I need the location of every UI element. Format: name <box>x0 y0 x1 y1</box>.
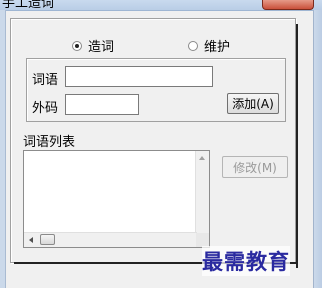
radio-unselected-icon <box>188 40 198 51</box>
right-edge-line <box>296 24 298 268</box>
scrollbar-corner <box>196 233 209 247</box>
window-frame-left <box>0 10 6 288</box>
word-input[interactable] <box>65 66 213 87</box>
horizontal-scroll-thumb[interactable] <box>40 234 55 245</box>
word-list[interactable] <box>23 150 210 248</box>
code-label: 外码 <box>32 101 59 116</box>
radio-create-word[interactable]: 造词 <box>72 36 114 55</box>
word-list-label: 词语列表 <box>23 135 76 150</box>
window-title: 手工造词 <box>2 0 55 11</box>
word-label: 词语 <box>32 73 59 88</box>
scroll-up-arrow-icon[interactable] <box>199 156 205 160</box>
scroll-left-arrow-icon[interactable] <box>29 237 33 243</box>
radio-create-word-label: 造词 <box>88 40 115 55</box>
close-button[interactable] <box>262 0 314 10</box>
title-bar: 手工造词 <box>0 0 322 11</box>
add-button[interactable]: 添加(A) <box>227 93 279 114</box>
radio-selected-icon <box>72 40 82 51</box>
code-input[interactable] <box>65 94 139 115</box>
watermark-text: 最需教育 <box>202 246 290 276</box>
radio-maintain[interactable]: 维护 <box>188 36 230 55</box>
radio-maintain-label: 维护 <box>204 40 231 55</box>
vertical-scrollbar[interactable] <box>195 151 209 235</box>
horizontal-scrollbar[interactable] <box>24 232 197 247</box>
modify-button[interactable]: 修改(M) <box>222 156 288 178</box>
window-frame-right <box>313 10 322 288</box>
